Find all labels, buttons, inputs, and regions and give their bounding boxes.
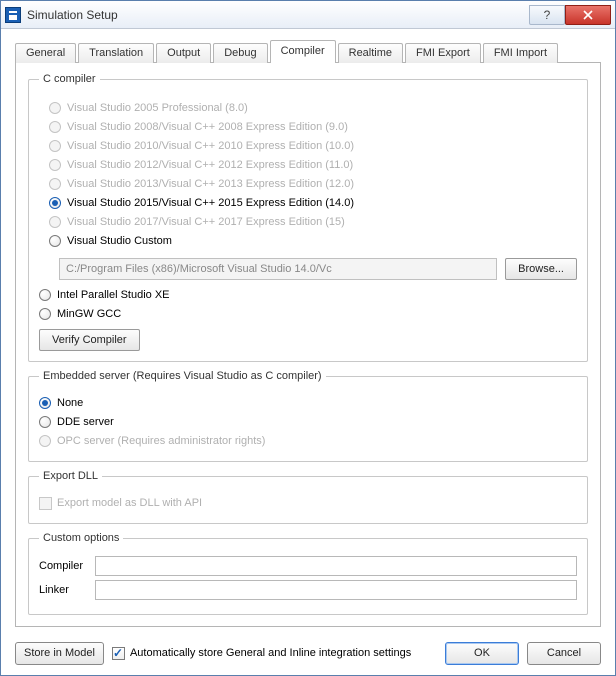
radio-icon[interactable]	[49, 197, 61, 209]
compiler-option-vs2005: Visual Studio 2005 Professional (8.0)	[49, 99, 577, 117]
radio-label: Visual Studio 2010/Visual C++ 2010 Expre…	[67, 140, 354, 152]
radio-label: DDE server	[57, 416, 114, 428]
content-area: General Translation Output Debug Compile…	[1, 29, 615, 633]
compiler-label: Compiler	[39, 560, 89, 572]
linker-label: Linker	[39, 584, 89, 596]
titlebar: Simulation Setup ?	[1, 1, 615, 29]
radio-label: Intel Parallel Studio XE	[57, 289, 170, 301]
tab-translation[interactable]: Translation	[78, 43, 154, 63]
radio-icon[interactable]	[39, 416, 51, 428]
radio-icon	[49, 121, 61, 133]
radio-label: Visual Studio 2013/Visual C++ 2013 Expre…	[67, 178, 354, 190]
radio-icon	[49, 140, 61, 152]
auto-store-checkbox[interactable]	[112, 647, 125, 660]
server-option-none[interactable]: None	[39, 394, 577, 412]
radio-label: Visual Studio 2015/Visual C++ 2015 Expre…	[67, 197, 354, 209]
server-option-opc: OPC server (Requires administrator right…	[39, 432, 577, 450]
compiler-option-vs2008: Visual Studio 2008/Visual C++ 2008 Expre…	[49, 118, 577, 136]
radio-icon[interactable]	[39, 397, 51, 409]
compiler-option-vs2010: Visual Studio 2010/Visual C++ 2010 Expre…	[49, 137, 577, 155]
radio-label: Visual Studio 2012/Visual C++ 2012 Expre…	[67, 159, 353, 171]
verify-compiler-button[interactable]: Verify Compiler	[39, 329, 140, 351]
export-dll-checkbox-row: Export model as DLL with API	[39, 494, 577, 512]
radio-icon	[39, 435, 51, 447]
app-icon	[5, 7, 21, 23]
c-compiler-legend: C compiler	[39, 73, 100, 85]
close-button[interactable]	[565, 5, 611, 25]
cancel-button[interactable]: Cancel	[527, 642, 601, 665]
tab-panel: C compiler Visual Studio 2005 Profession…	[15, 63, 601, 627]
store-in-model-button[interactable]: Store in Model	[15, 642, 104, 665]
tab-debug[interactable]: Debug	[213, 43, 267, 63]
server-option-dde[interactable]: DDE server	[39, 413, 577, 431]
window-title: Simulation Setup	[27, 8, 529, 22]
custom-linker-input[interactable]	[95, 580, 577, 600]
compiler-option-vs2012: Visual Studio 2012/Visual C++ 2012 Expre…	[49, 156, 577, 174]
radio-label: None	[57, 397, 83, 409]
footer: Store in Model Automatically store Gener…	[1, 633, 615, 673]
compiler-option-vs2015[interactable]: Visual Studio 2015/Visual C++ 2015 Expre…	[49, 194, 577, 212]
c-compiler-group: C compiler Visual Studio 2005 Profession…	[28, 73, 588, 362]
radio-icon	[49, 102, 61, 114]
radio-icon	[49, 216, 61, 228]
radio-label: Visual Studio Custom	[67, 235, 172, 247]
checkbox-icon	[39, 497, 52, 510]
compiler-option-intel[interactable]: Intel Parallel Studio XE	[39, 286, 577, 304]
checkbox-label: Export model as DLL with API	[57, 497, 202, 509]
tab-fmi-export[interactable]: FMI Export	[405, 43, 481, 63]
ok-button[interactable]: OK	[445, 642, 519, 665]
radio-icon[interactable]	[49, 235, 61, 247]
export-dll-legend: Export DLL	[39, 470, 102, 482]
browse-button[interactable]: Browse...	[505, 258, 577, 280]
help-button[interactable]: ?	[529, 5, 565, 25]
tab-realtime[interactable]: Realtime	[338, 43, 403, 63]
compiler-option-vs-custom[interactable]: Visual Studio Custom	[49, 232, 577, 250]
tab-strip: General Translation Output Debug Compile…	[15, 41, 601, 63]
radio-icon	[49, 178, 61, 190]
compiler-option-vs2017: Visual Studio 2017/Visual C++ 2017 Expre…	[49, 213, 577, 231]
tab-fmi-import[interactable]: FMI Import	[483, 43, 558, 63]
tab-general[interactable]: General	[15, 43, 76, 63]
radio-label: Visual Studio 2017/Visual C++ 2017 Expre…	[67, 216, 345, 228]
radio-icon[interactable]	[39, 308, 51, 320]
export-dll-group: Export DLL Export model as DLL with API	[28, 470, 588, 524]
embedded-server-group: Embedded server (Requires Visual Studio …	[28, 370, 588, 462]
tab-compiler[interactable]: Compiler	[270, 40, 336, 63]
radio-label: OPC server (Requires administrator right…	[57, 435, 265, 447]
radio-icon	[49, 159, 61, 171]
custom-options-group: Custom options Compiler Linker	[28, 532, 588, 615]
custom-compiler-input[interactable]	[95, 556, 577, 576]
radio-icon[interactable]	[39, 289, 51, 301]
auto-store-label: Automatically store General and Inline i…	[130, 647, 411, 659]
custom-options-legend: Custom options	[39, 532, 123, 544]
radio-label: MinGW GCC	[57, 308, 121, 320]
compiler-option-mingw[interactable]: MinGW GCC	[39, 305, 577, 323]
embedded-server-legend: Embedded server (Requires Visual Studio …	[39, 370, 326, 382]
compiler-option-vs2013: Visual Studio 2013/Visual C++ 2013 Expre…	[49, 175, 577, 193]
radio-label: Visual Studio 2008/Visual C++ 2008 Expre…	[67, 121, 348, 133]
compiler-path-input	[59, 258, 497, 280]
radio-label: Visual Studio 2005 Professional (8.0)	[67, 102, 248, 114]
tab-output[interactable]: Output	[156, 43, 211, 63]
